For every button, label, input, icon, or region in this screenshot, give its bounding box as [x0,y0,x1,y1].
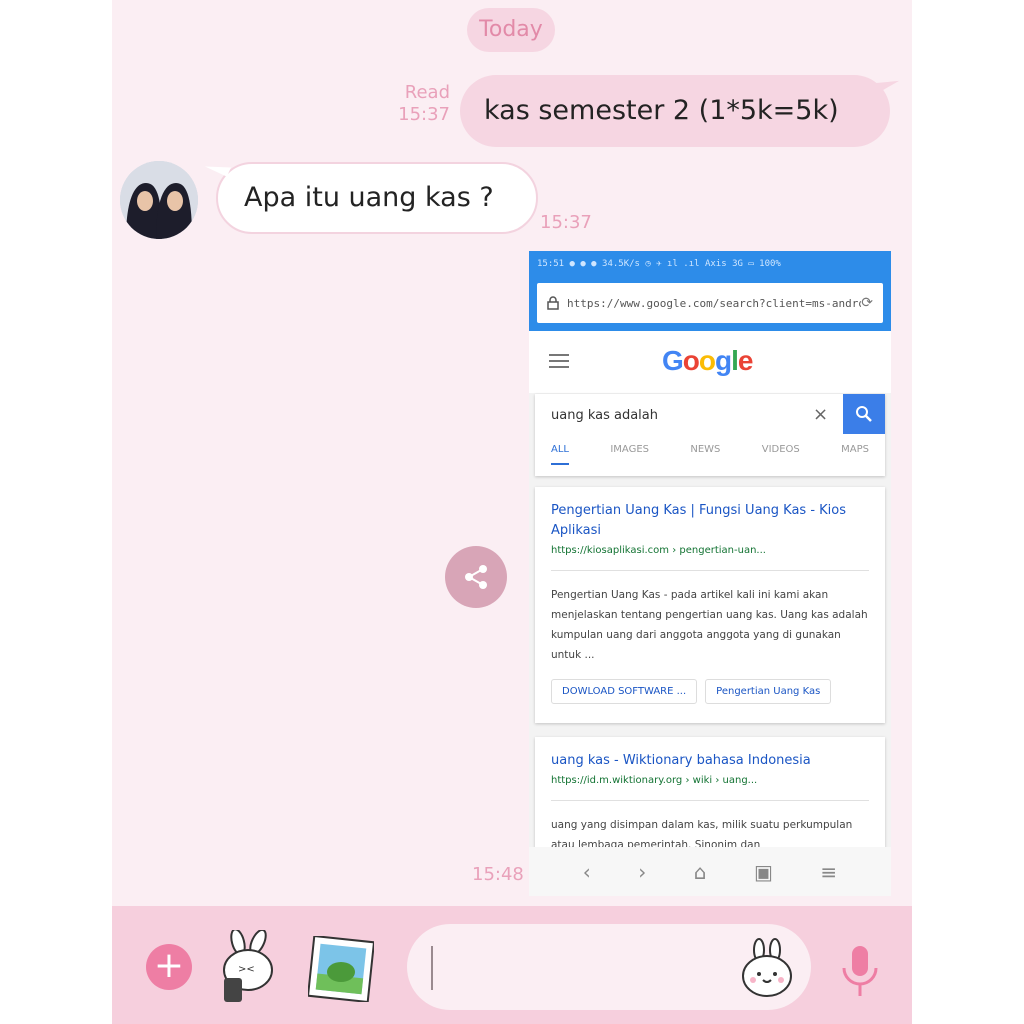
screenshot-result-card: uang kas - Wiktionary bahasa Indonesia h… [535,737,885,857]
sticker-shortcut-button[interactable]: >< [216,928,282,1004]
read-receipt: Read 15:37 [398,82,450,126]
clear-icon: × [813,404,829,425]
screenshot-urlbar: https://www.google.com/search?client=ms-… [529,277,891,331]
reload-icon: ⟳ [861,295,873,311]
search-icon [843,394,885,434]
screenshot-url-text: https://www.google.com/search?client=ms-… [567,296,862,310]
mic-icon [842,946,878,996]
chat-screen: Today Read 15:37 kas semester 2 (1*5k=5k… [112,0,912,1024]
forward-icon: › [638,859,647,884]
avatar[interactable] [120,161,198,239]
read-status: Read [404,82,450,103]
voice-message-button[interactable] [839,944,881,1000]
text-caret [431,946,433,990]
sticker-frog-icon [306,934,376,1004]
tab-all: ALL [551,444,569,465]
plus-icon: + [153,945,185,986]
avatar-image [120,161,198,239]
menu-icon: ≡ [820,859,838,884]
message-time: 15:48 [472,864,524,885]
sticker-picker-button[interactable] [306,934,376,1010]
add-attachment-button[interactable]: + [146,944,192,990]
tab-news: NEWS [690,444,721,455]
tabs-icon: ▣ [754,859,773,884]
back-icon: ‹ [582,859,591,884]
screenshot-result-card: Pengertian Uang Kas | Fungsi Uang Kas - … [535,487,885,723]
screenshot-url-field: https://www.google.com/search?client=ms-… [537,283,883,323]
result-chips: DOWLOAD SOFTWARE ... Pengertian Uang Kas [551,679,869,704]
tab-videos: VIDEOS [761,444,800,455]
google-logo: Google [662,345,753,376]
emoji-button[interactable] [739,938,795,998]
screenshot-google-header: Google [529,331,891,393]
svg-text:><: >< [238,964,255,975]
share-icon [465,565,487,589]
result-chip: Pengertian Uang Kas [705,679,832,704]
screenshot-statusbar: 15:51 ● ● ● 34.5K/s ◷ ✈ ıl .ıl Axis 3G ▭… [529,251,891,277]
incoming-message-bubble[interactable]: Apa itu uang kas ? [216,162,538,234]
tab-images: IMAGES [610,444,649,455]
emoji-icon [742,938,792,997]
result-link: https://id.m.wiktionary.org › wiki › uan… [551,775,758,786]
screenshot-search-tabs: ALL IMAGES NEWS VIDEOS MAPS [535,444,885,465]
screenshot-search-box: uang kas adalah × ALL IMAGES NEWS VIDEOS… [535,394,885,476]
message-text: Apa itu uang kas ? [244,182,494,213]
screenshot-search-query: uang kas adalah [551,408,659,423]
share-button[interactable] [445,546,507,608]
screenshot-browser-navbar: ‹ › ⌂ ▣ ≡ [529,847,891,896]
message-input[interactable] [407,924,811,1010]
message-input-bar: + >< [112,906,912,1024]
result-link: https://kiosaplikasi.com › pengertian-ua… [551,545,766,556]
date-separator: Today [467,8,555,52]
outgoing-message-bubble[interactable]: kas semester 2 (1*5k=5k) [460,75,890,147]
lock-icon [547,296,559,310]
menu-icon [549,354,569,372]
sticker-rabbit-icon: >< [223,928,273,1002]
message-time: 15:37 [540,212,592,233]
result-title: Pengertian Uang Kas | Fungsi Uang Kas - … [551,503,847,538]
tab-maps: MAPS [841,444,869,455]
message-time: 15:37 [398,104,450,125]
message-text: kas semester 2 (1*5k=5k) [484,95,839,126]
home-icon: ⌂ [693,859,707,884]
result-snippet: Pengertian Uang Kas - pada artikel kali … [551,589,868,661]
image-message[interactable]: 15:51 ● ● ● 34.5K/s ◷ ✈ ıl .ıl Axis 3G ▭… [529,251,891,896]
result-chip: DOWLOAD SOFTWARE ... [551,679,698,704]
result-title: uang kas - Wiktionary bahasa Indonesia [551,753,811,768]
